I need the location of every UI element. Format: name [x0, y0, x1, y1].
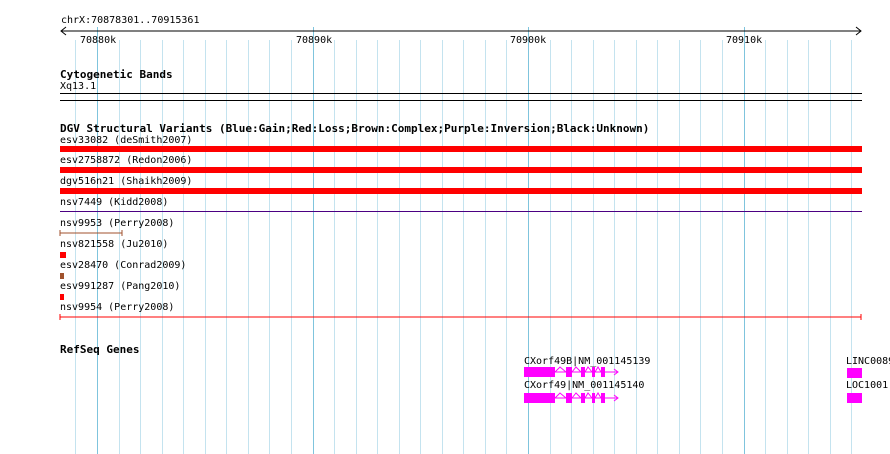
- gene-model[interactable]: [847, 393, 862, 403]
- ruler-tick-label: 70880k: [80, 35, 117, 46]
- gene-model[interactable]: [524, 392, 624, 404]
- refseq-track-title: RefSeq Genes: [60, 343, 140, 356]
- gene-label[interactable]: CXorf49|NM_001145140: [524, 380, 644, 392]
- variant-bar[interactable]: [60, 146, 862, 152]
- variant-bar[interactable]: [60, 273, 64, 279]
- gene-label[interactable]: LOC1001: [846, 380, 888, 392]
- dgv-track-title: DGV Structural Variants (Blue:Gain;Red:L…: [60, 122, 650, 135]
- variant-bar[interactable]: [58, 229, 126, 237]
- variant-label[interactable]: esv2758872 (Redon2006): [60, 155, 192, 167]
- ruler-tick-label: 70910k: [726, 35, 763, 46]
- gene-label[interactable]: LINC0089: [846, 356, 890, 368]
- variant-label[interactable]: dgv516n21 (Shaikh2009): [60, 176, 192, 188]
- variant-bar[interactable]: [60, 211, 862, 212]
- gene-model[interactable]: [524, 366, 624, 378]
- variant-bar[interactable]: [60, 252, 66, 258]
- cytoband-border-top: [60, 93, 862, 94]
- variant-bar[interactable]: [60, 167, 862, 173]
- ruler-tick-label: 70890k: [296, 35, 333, 46]
- cytoband-track-title: Cytogenetic Bands: [60, 68, 173, 81]
- variant-label[interactable]: nsv7449 (Kidd2008): [60, 197, 168, 209]
- cytoband-label[interactable]: Xq13.1: [60, 81, 96, 93]
- cytoband-border-bottom: [60, 100, 862, 101]
- variant-bar[interactable]: [60, 188, 862, 194]
- variant-bar[interactable]: [58, 313, 864, 321]
- variant-label[interactable]: esv28470 (Conrad2009): [60, 260, 186, 272]
- variant-bar[interactable]: [60, 294, 64, 300]
- ruler-tick-label: 70900k: [510, 35, 547, 46]
- gene-model[interactable]: [847, 368, 862, 378]
- variant-label[interactable]: esv991287 (Pang2010): [60, 281, 180, 293]
- variant-label[interactable]: nsv821558 (Ju2010): [60, 239, 168, 251]
